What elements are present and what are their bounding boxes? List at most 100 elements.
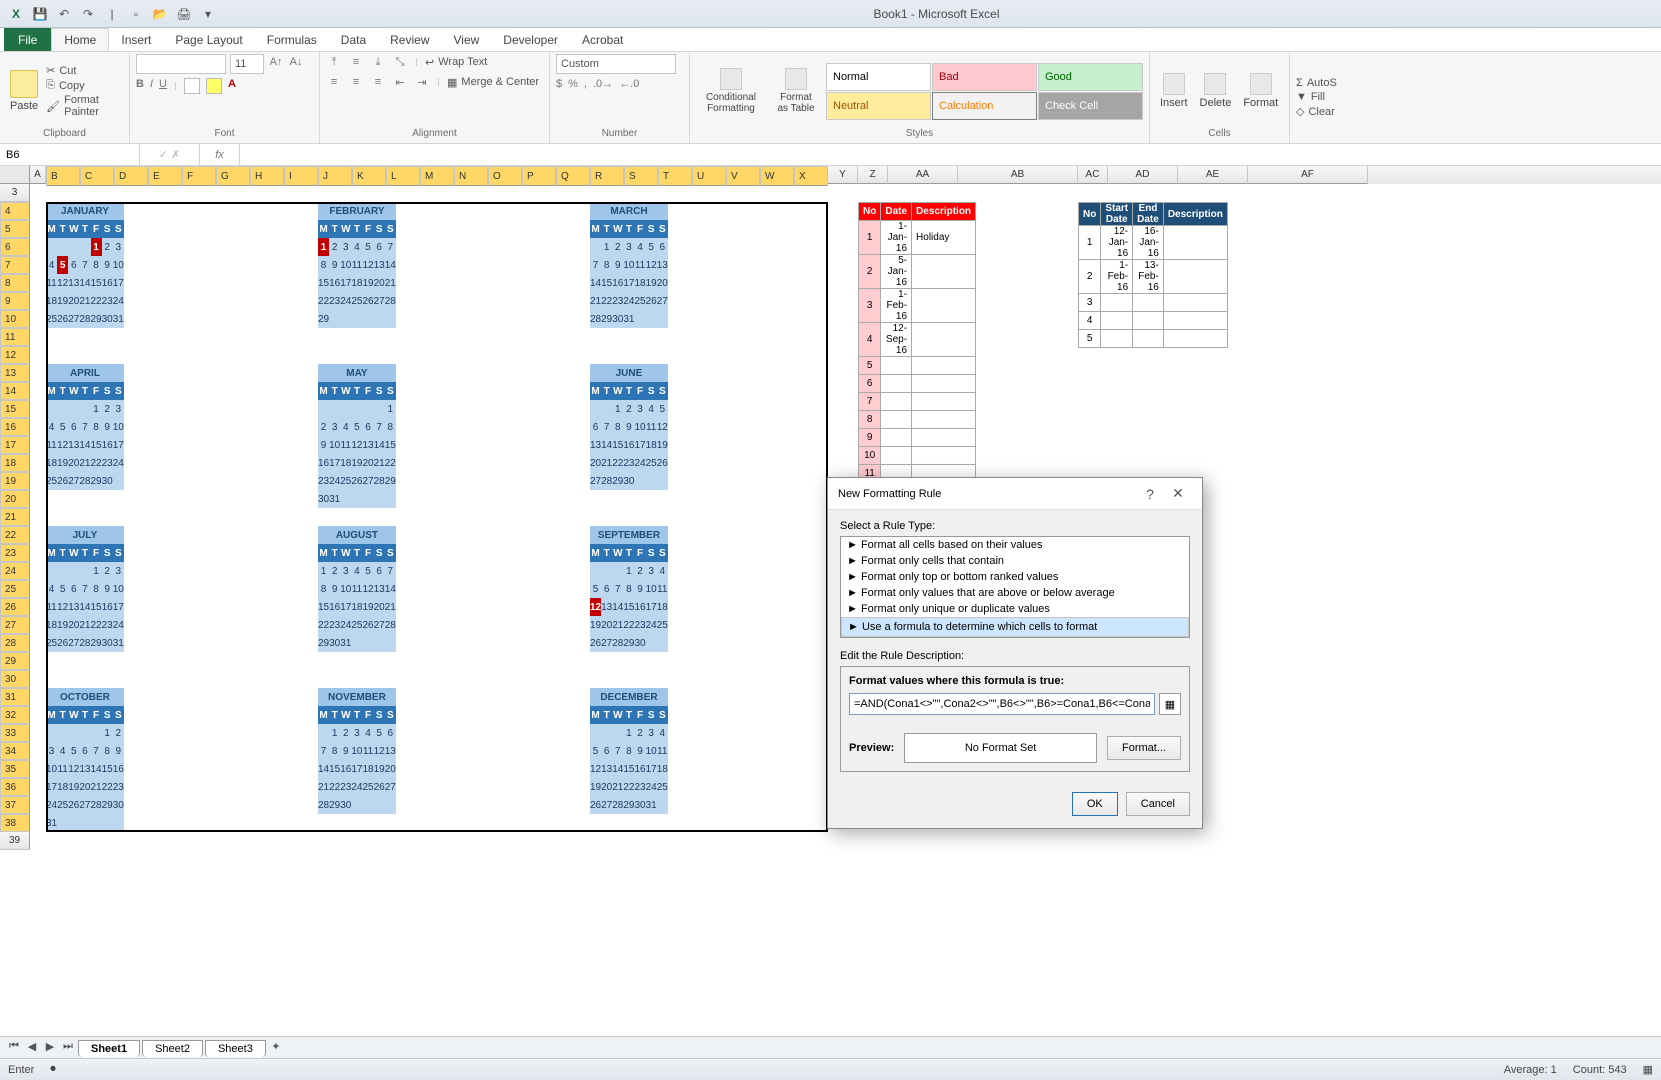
calendar-day[interactable]: 3 (340, 562, 351, 580)
table1-no[interactable]: 9 (859, 429, 881, 447)
autosum-button[interactable]: ΣAutoS (1296, 77, 1337, 89)
calendar-day[interactable]: 27 (68, 472, 79, 490)
calendar-day[interactable]: 5 (363, 562, 374, 580)
calendar-day[interactable]: 7 (612, 742, 623, 760)
calendar-day[interactable] (46, 562, 57, 580)
calendar-day[interactable]: 16 (623, 436, 634, 454)
calendar-day[interactable] (374, 310, 385, 328)
calendar-day[interactable]: 2 (623, 400, 634, 418)
calendar-day[interactable]: 15 (329, 760, 340, 778)
col-header-AE[interactable]: AE (1178, 166, 1248, 184)
table1-desc[interactable] (912, 393, 976, 411)
calendar-day[interactable]: 5 (68, 742, 79, 760)
calendar-day[interactable]: 2 (102, 238, 113, 256)
table2-end[interactable] (1133, 312, 1164, 330)
open-icon[interactable]: 📂 (150, 4, 170, 24)
calendar-day[interactable]: 13 (68, 598, 79, 616)
calendar-day[interactable] (374, 634, 385, 652)
calendar-day[interactable]: 23 (329, 292, 340, 310)
calendar-day[interactable]: 6 (374, 562, 385, 580)
calendar-day[interactable]: 11 (351, 580, 362, 598)
delete-cells-button[interactable]: Delete (1196, 71, 1236, 111)
calendar-day[interactable] (329, 310, 340, 328)
calendar-day[interactable]: 13 (590, 436, 601, 454)
calendar-day[interactable]: 6 (601, 580, 612, 598)
table2-start[interactable] (1101, 312, 1133, 330)
col-header-N[interactable]: N (454, 166, 488, 186)
calendar-day[interactable]: 7 (385, 562, 396, 580)
calendar-day[interactable]: 29 (329, 796, 340, 814)
calendar-day[interactable]: 27 (590, 472, 601, 490)
calendar-day[interactable]: 10 (635, 418, 646, 436)
calendar-day[interactable]: 8 (318, 256, 329, 274)
table1-desc[interactable] (912, 429, 976, 447)
calendar-day[interactable] (646, 310, 657, 328)
style-calculation[interactable]: Calculation (932, 92, 1037, 120)
calendar-day[interactable]: 13 (68, 274, 79, 292)
calendar-day[interactable]: 9 (102, 580, 113, 598)
file-tab[interactable]: File (4, 28, 51, 51)
row-header-13[interactable]: 13 (0, 364, 30, 382)
calendar-day[interactable] (635, 472, 646, 490)
calendar-day[interactable]: 28 (79, 310, 90, 328)
calendar-day[interactable]: 13 (363, 436, 374, 454)
calendar-day[interactable]: 4 (46, 256, 57, 274)
paste-button[interactable]: Paste (6, 68, 42, 114)
row-header-3[interactable]: 3 (0, 184, 30, 202)
calendar-day[interactable]: 2 (340, 724, 351, 742)
calendar-day[interactable] (612, 724, 623, 742)
calendar-day[interactable]: 20 (590, 454, 601, 472)
calendar-day[interactable]: 23 (329, 616, 340, 634)
table2-start[interactable]: 12-Jan-16 (1101, 226, 1133, 260)
calendar-day[interactable]: 22 (601, 292, 612, 310)
calendar-day[interactable]: 4 (657, 562, 668, 580)
calendar-day[interactable]: 1 (91, 400, 102, 418)
calendar-day[interactable]: 21 (79, 292, 90, 310)
calendar-day[interactable]: 10 (646, 742, 657, 760)
calendar-day[interactable]: 19 (363, 598, 374, 616)
macro-record-icon[interactable]: ⏺ (50, 1063, 56, 1076)
new-sheet-icon[interactable]: ✦ (268, 1040, 284, 1056)
calendar-day[interactable]: 21 (590, 292, 601, 310)
table2-no[interactable]: 4 (1079, 312, 1101, 330)
style-normal[interactable]: Normal (826, 63, 931, 91)
calendar-day[interactable]: 30 (340, 796, 351, 814)
col-header-E[interactable]: E (148, 166, 182, 186)
calendar-day[interactable]: 23 (623, 454, 634, 472)
calendar-day[interactable]: 26 (68, 796, 79, 814)
calendar-day[interactable]: 8 (91, 256, 102, 274)
calendar-day[interactable]: 29 (612, 472, 623, 490)
calendar-day[interactable] (68, 814, 79, 832)
calendar-day[interactable]: 20 (657, 274, 668, 292)
calendar-day[interactable]: 1 (91, 562, 102, 580)
calendar-day[interactable]: 17 (635, 436, 646, 454)
row-header-30[interactable]: 30 (0, 670, 30, 688)
table2-no[interactable]: 3 (1079, 294, 1101, 312)
col-header-Y[interactable]: Y (828, 166, 858, 184)
col-header-D[interactable]: D (114, 166, 148, 186)
calendar-day[interactable]: 13 (374, 256, 385, 274)
calendar-day[interactable]: 3 (351, 724, 362, 742)
calendar-day[interactable]: 3 (646, 562, 657, 580)
calendar-day[interactable]: 26 (57, 634, 68, 652)
tab-page-layout[interactable]: Page Layout (163, 28, 254, 51)
save-icon[interactable]: 💾 (30, 4, 50, 24)
calendar-day[interactable]: 3 (646, 724, 657, 742)
calendar-day[interactable]: 26 (351, 472, 362, 490)
calendar-day[interactable]: 30 (113, 796, 124, 814)
calendar-day[interactable]: 7 (374, 418, 385, 436)
calendar-day[interactable]: 3 (635, 400, 646, 418)
calendar-day[interactable]: 19 (374, 760, 385, 778)
col-header-AD[interactable]: AD (1108, 166, 1178, 184)
col-header-P[interactable]: P (522, 166, 556, 186)
indent-dec-icon[interactable]: ⇤ (392, 74, 408, 90)
calendar-day[interactable]: 9 (329, 256, 340, 274)
calendar-day[interactable]: 23 (340, 778, 351, 796)
dec-decimal-icon[interactable]: ←.0 (619, 78, 639, 90)
sheet-nav-prev-icon[interactable]: ◀ (24, 1040, 40, 1056)
calendar-day[interactable]: 27 (385, 778, 396, 796)
calendar-day[interactable]: 9 (340, 742, 351, 760)
calendar-day[interactable]: 18 (363, 760, 374, 778)
calendar-day[interactable]: 12 (657, 418, 668, 436)
calendar-day[interactable]: 20 (68, 616, 79, 634)
